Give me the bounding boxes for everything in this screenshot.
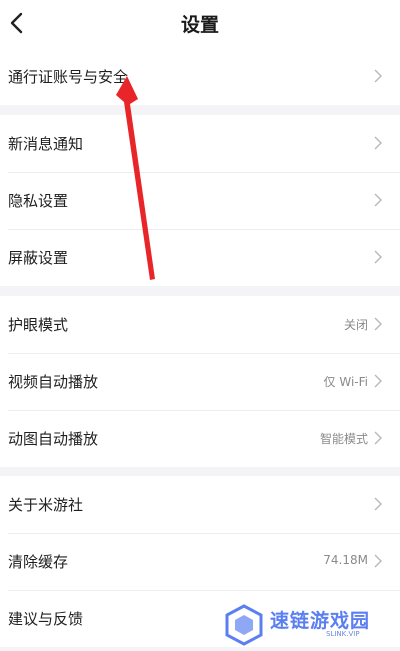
- chevron-right-icon: [374, 69, 382, 83]
- setting-label: 通行证账号与安全: [8, 68, 129, 86]
- setting-label: 建议与反馈: [8, 610, 84, 628]
- setting-value: 智能模式: [319, 432, 368, 446]
- chevron-right-icon: [374, 554, 382, 568]
- top-bar: 设置: [0, 0, 400, 48]
- chevron-right-icon: [374, 317, 382, 331]
- setting-row-clear-cache[interactable]: 清除缓存 74.18M: [0, 533, 400, 590]
- setting-value: 关闭: [343, 318, 368, 332]
- setting-label: 清除缓存: [8, 553, 69, 571]
- setting-row-eye-protection[interactable]: 护眼模式 关闭: [0, 296, 400, 353]
- setting-label: 动图自动播放: [8, 430, 99, 448]
- setting-row-about[interactable]: 关于米游社: [0, 476, 400, 533]
- setting-row-message-notification[interactable]: 新消息通知: [0, 115, 400, 172]
- setting-row-video-autoplay[interactable]: 视频自动播放 仅 Wi-Fi: [0, 353, 400, 410]
- setting-row-privacy[interactable]: 隐私设置: [0, 172, 400, 229]
- chevron-right-icon: [374, 374, 382, 388]
- watermark-text: 速链游戏园: [270, 610, 371, 632]
- setting-value: 仅 Wi-Fi: [323, 375, 368, 389]
- setting-label: 隐私设置: [8, 192, 69, 210]
- settings-group-notifications: 新消息通知 隐私设置 屏蔽设置: [0, 115, 400, 286]
- setting-label: 关于米游社: [8, 496, 84, 514]
- setting-label: 新消息通知: [8, 135, 84, 153]
- setting-label: 屏蔽设置: [8, 249, 69, 267]
- setting-label: 视频自动播放: [8, 373, 99, 391]
- chevron-right-icon: [374, 136, 382, 150]
- page-title: 设置: [180, 14, 219, 36]
- setting-row-account-security[interactable]: 通行证账号与安全: [0, 48, 400, 105]
- chevron-right-icon: [374, 250, 382, 264]
- setting-row-gif-autoplay[interactable]: 动图自动播放 智能模式: [0, 410, 400, 467]
- watermark-subtext: SLINK.VIP: [326, 630, 360, 638]
- setting-label: 护眼模式: [8, 316, 69, 334]
- setting-value: 74.18M: [323, 553, 368, 567]
- setting-row-block[interactable]: 屏蔽设置: [0, 229, 400, 286]
- settings-group-account: 通行证账号与安全: [0, 48, 400, 105]
- watermark: 速链游戏园 SLINK.VIP: [222, 600, 400, 651]
- settings-group-display: 护眼模式 关闭 视频自动播放 仅 Wi-Fi 动图自动播放 智能模式: [0, 296, 400, 467]
- chevron-right-icon: [374, 497, 382, 511]
- watermark-logo-icon: [225, 604, 263, 646]
- chevron-right-icon: [374, 431, 382, 445]
- chevron-right-icon: [374, 193, 382, 207]
